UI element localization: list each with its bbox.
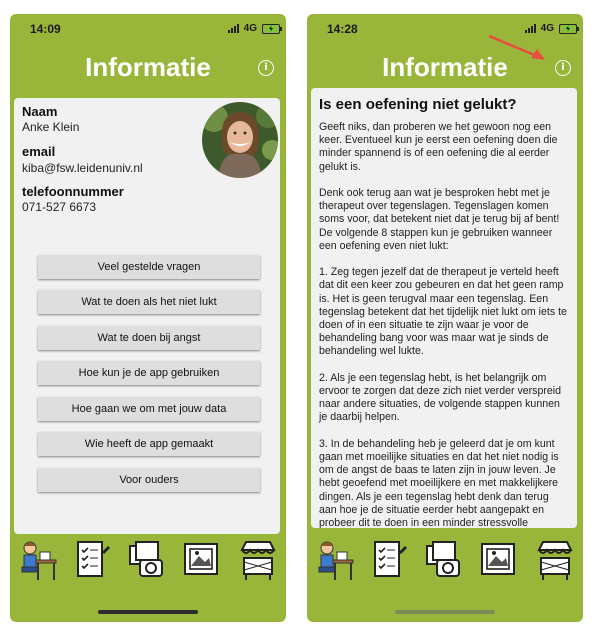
menu-button-about[interactable]: Wie heeft de app gemaakt — [38, 432, 260, 456]
name-value: Anke Klein — [22, 120, 80, 134]
phone-label: telefoonnummer — [22, 184, 124, 199]
signal-icon — [227, 24, 239, 33]
info-card: Naam Anke Klein email kiba@fsw.leidenuni… — [14, 98, 280, 534]
avatar — [202, 102, 278, 178]
info-icon[interactable]: i — [258, 60, 274, 76]
nav-framed-picture-icon[interactable] — [181, 538, 221, 582]
menu-button-how-to-use[interactable]: Hoe kun je de app gebruiken — [38, 361, 260, 385]
bottom-navigation — [10, 532, 286, 604]
network-label: 4G — [243, 23, 257, 34]
phone-value: 071-527 6673 — [22, 200, 97, 214]
nav-photos-camera-icon[interactable] — [126, 538, 166, 582]
name-label: Naam — [22, 104, 58, 119]
article-body: Geeft niks, dan proberen we het gewoon n… — [319, 121, 567, 528]
status-icons: 4G — [227, 23, 282, 34]
annotation-arrow-icon — [488, 34, 545, 60]
status-bar: 14:09 4G — [10, 14, 286, 42]
nav-checklist-icon[interactable] — [369, 538, 409, 582]
home-indicator[interactable] — [395, 610, 495, 614]
nav-checklist-icon[interactable] — [72, 538, 112, 582]
status-time: 14:28 — [327, 22, 358, 36]
nav-market-stall-icon[interactable] — [535, 538, 575, 582]
home-indicator[interactable] — [98, 610, 198, 614]
status-time: 14:09 — [30, 22, 61, 36]
phone-screen-article: 14:28 4G Informatie i Is een oefening ni… — [307, 14, 583, 622]
battery-charging-icon — [559, 23, 579, 34]
info-icon[interactable]: i — [555, 60, 571, 76]
email-label: email — [22, 144, 56, 159]
nav-framed-picture-icon[interactable] — [478, 538, 518, 582]
bottom-navigation — [307, 532, 583, 604]
email-value: kiba@fsw.leidenuniv.nl — [22, 161, 143, 175]
phone-screen-info-menu: 14:09 4G Informatie i Naam Anke Klein em… — [10, 14, 286, 622]
article-heading: Is een oefening niet gelukt? — [319, 96, 517, 113]
menu-button-anxiety[interactable]: Wat te doen bij angst — [38, 326, 260, 350]
signal-icon — [524, 24, 536, 33]
nav-market-stall-icon[interactable] — [238, 538, 278, 582]
menu-button-not-working[interactable]: Wat te doen als het niet lukt — [38, 290, 260, 314]
battery-charging-icon — [262, 23, 282, 34]
article-card: Is een oefening niet gelukt? Geeft niks,… — [311, 88, 577, 528]
menu-button-parents[interactable]: Voor ouders — [38, 468, 260, 492]
nav-photos-camera-icon[interactable] — [423, 538, 463, 582]
nav-person-at-desk-icon[interactable] — [18, 538, 58, 582]
menu-button-faq[interactable]: Veel gestelde vragen — [38, 255, 260, 279]
page-title: Informatie — [85, 52, 211, 82]
nav-person-at-desk-icon[interactable] — [315, 538, 355, 582]
menu-button-data[interactable]: Hoe gaan we om met jouw data — [38, 397, 260, 421]
